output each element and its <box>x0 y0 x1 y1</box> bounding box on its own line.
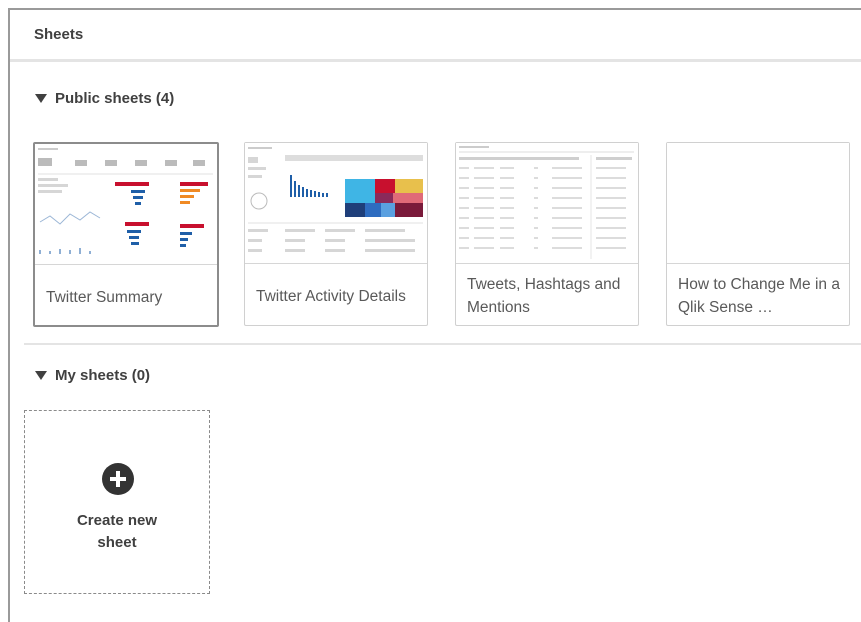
sheet-card-title: Twitter Activity Details <box>256 287 406 305</box>
caret-down-icon <box>35 94 47 103</box>
public-sheets-label: Public sheets (4) <box>55 90 175 107</box>
sheet-card-title: Twitter Summary <box>46 288 163 306</box>
tweets-hashtags-thumbnail <box>456 143 638 264</box>
my-sheets-toggle[interactable]: My sheets (0) <box>35 367 150 384</box>
blank-thumbnail <box>667 143 849 264</box>
plus-circle-icon <box>102 463 134 495</box>
panel-header: Sheets <box>10 10 861 62</box>
create-new-sheet-label: Create new sheet <box>76 512 158 551</box>
sheet-card-title: Tweets, Hashtags and Mentions <box>467 276 621 316</box>
public-sheets-toggle[interactable]: Public sheets (4) <box>35 90 174 107</box>
create-new-sheet-button[interactable]: Create new sheet <box>24 410 210 594</box>
sheet-card-title: How to Change Me in a Qlik Sense … <box>678 276 840 316</box>
sheet-card-twitter-activity[interactable]: Twitter Activity Details <box>244 142 428 326</box>
sheet-card-how-to-change[interactable]: How to Change Me in a Qlik Sense … <box>666 142 850 326</box>
sheet-card-twitter-summary[interactable]: Twitter Summary <box>33 142 219 327</box>
sheet-card-tweets-hashtags[interactable]: Tweets, Hashtags and Mentions <box>455 142 639 326</box>
panel-title: Sheets <box>34 26 84 43</box>
section-divider <box>24 343 861 345</box>
caret-down-icon <box>35 371 47 380</box>
twitter-activity-thumbnail <box>245 143 427 264</box>
my-sheets-label: My sheets (0) <box>55 367 151 384</box>
twitter-summary-thumbnail <box>35 144 217 265</box>
